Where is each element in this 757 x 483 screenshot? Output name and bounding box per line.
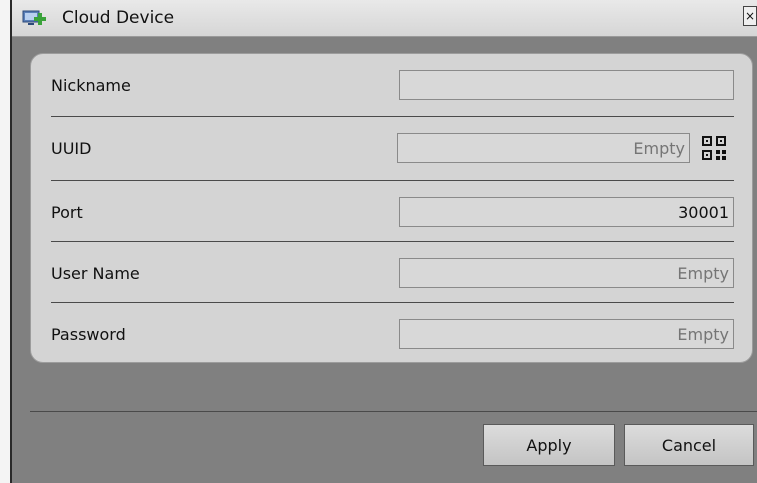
- password-label: Password: [51, 325, 126, 344]
- username-input[interactable]: [399, 258, 734, 288]
- port-input[interactable]: [399, 197, 734, 227]
- uuid-label: UUID: [51, 139, 92, 158]
- port-label: Port: [51, 203, 83, 222]
- title-bar: Cloud Device ×: [12, 0, 757, 37]
- password-input[interactable]: [399, 319, 734, 349]
- username-label: User Name: [51, 264, 140, 283]
- uuid-input[interactable]: [397, 133, 690, 163]
- add-device-icon: [22, 10, 46, 25]
- apply-button[interactable]: Apply: [483, 424, 615, 466]
- uuid-row: UUID: [31, 117, 752, 179]
- footer-divider: [30, 411, 757, 412]
- qr-code-icon[interactable]: [701, 135, 727, 161]
- port-row: Port: [31, 181, 752, 243]
- password-row: Password: [31, 303, 752, 365]
- device-form-panel: Nickname UUID Port User Name Password: [30, 53, 753, 363]
- cancel-button[interactable]: Cancel: [624, 424, 754, 466]
- username-row: User Name: [31, 242, 752, 304]
- nickname-label: Nickname: [51, 76, 131, 95]
- nickname-input[interactable]: [399, 70, 734, 100]
- nickname-row: Nickname: [31, 54, 752, 116]
- window-title: Cloud Device: [62, 8, 175, 28]
- close-button[interactable]: ×: [743, 6, 757, 26]
- window-left-edge: [0, 0, 12, 483]
